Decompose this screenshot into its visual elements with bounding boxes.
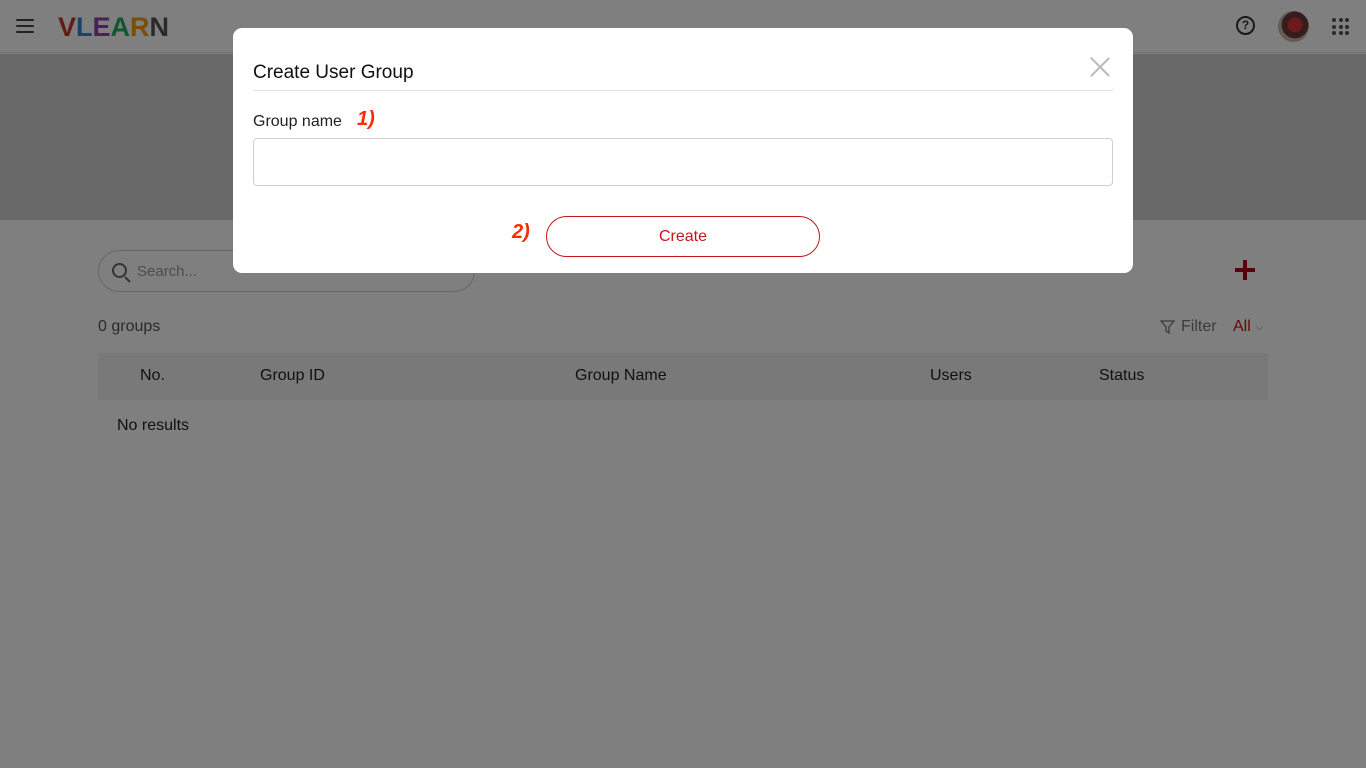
dialog-title: Create User Group <box>253 62 414 83</box>
step-marker-2: 2) <box>512 221 530 243</box>
group-name-label: Group name <box>253 113 342 130</box>
divider <box>253 90 1113 91</box>
create-user-group-dialog: Create User Group Group name 1) 2) Creat… <box>233 28 1133 273</box>
group-name-input[interactable] <box>253 138 1113 186</box>
close-icon[interactable] <box>1089 56 1111 78</box>
step-marker-1: 1) <box>357 108 375 130</box>
create-button[interactable]: Create <box>546 216 820 257</box>
